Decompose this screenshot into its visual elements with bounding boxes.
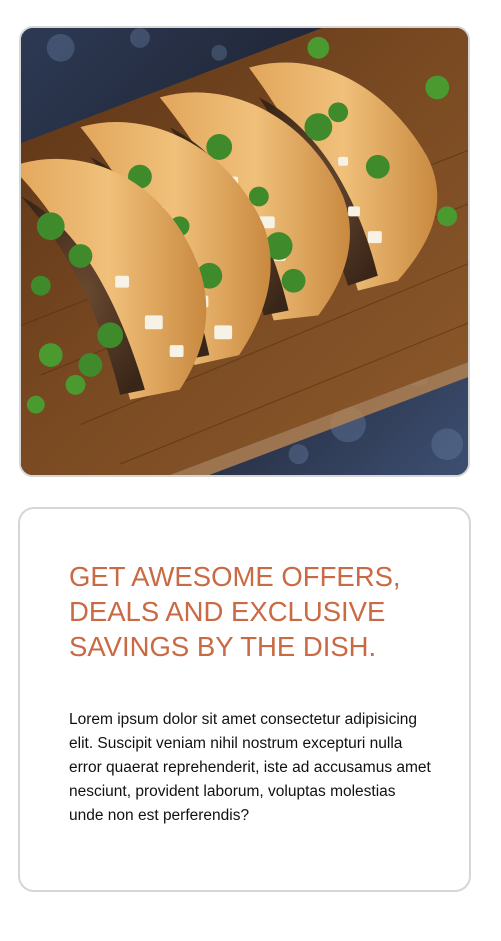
page: GET AWESOME OFFERS, DEALS AND EXCLUSIVE … [0, 0, 501, 941]
hero-image-card [19, 26, 470, 477]
promo-headline: GET AWESOME OFFERS, DEALS AND EXCLUSIVE … [69, 561, 401, 662]
promo-body-text: Lorem ipsum dolor sit amet consectetur a… [69, 711, 431, 824]
tacos-photo [21, 28, 468, 475]
promo-card: GET AWESOME OFFERS, DEALS AND EXCLUSIVE … [18, 507, 471, 892]
